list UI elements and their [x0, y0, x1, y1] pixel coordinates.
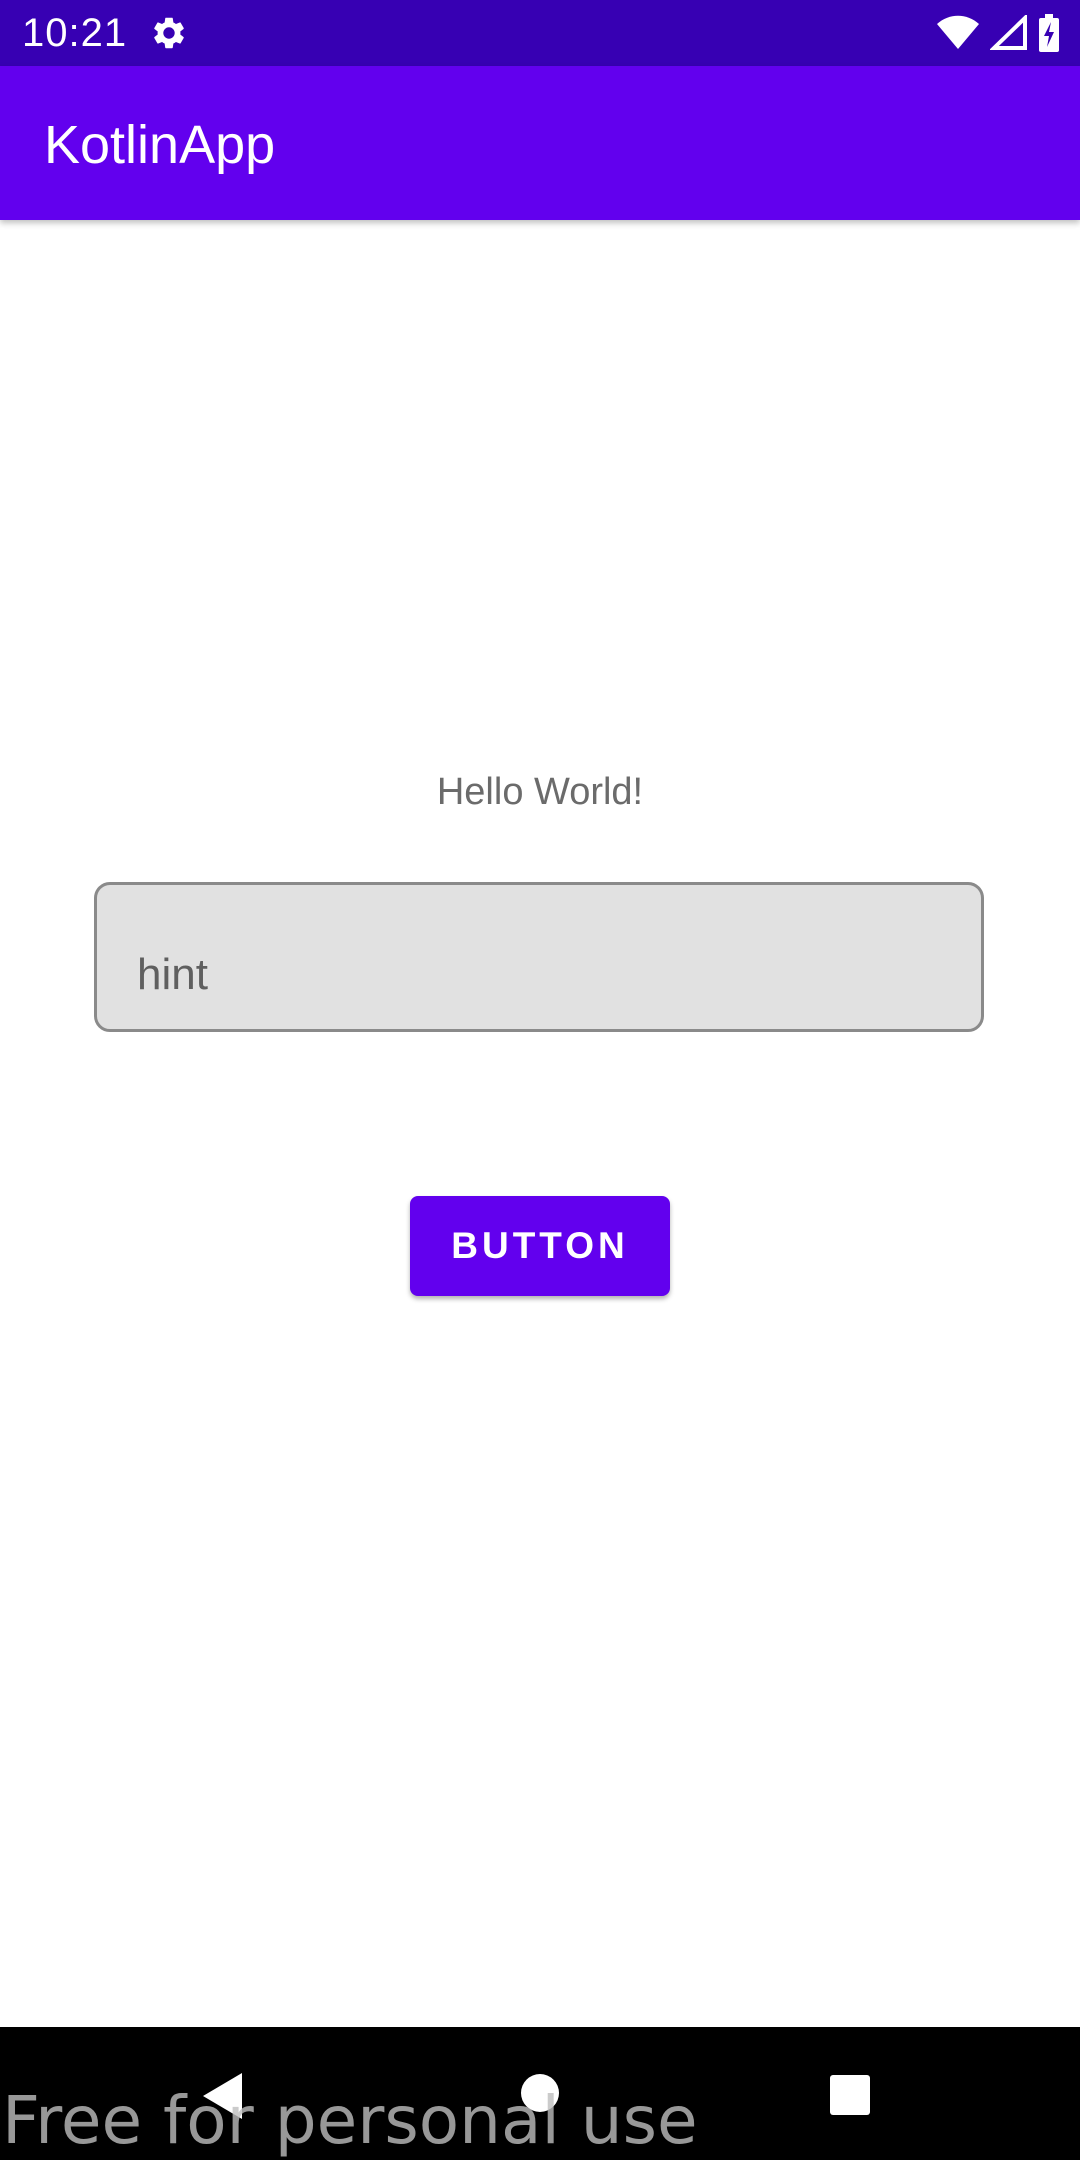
- app-screen: 10:21 KotlinApp Hello World! BUTTON: [0, 0, 1080, 2160]
- settings-icon: [150, 14, 188, 52]
- greeting-text: Hello World!: [436, 771, 644, 813]
- home-icon[interactable]: [520, 2073, 560, 2118]
- wifi-icon: [937, 15, 979, 49]
- navigation-bar: [0, 2027, 1080, 2160]
- text-input[interactable]: [137, 945, 937, 1005]
- main-button[interactable]: BUTTON: [410, 1196, 670, 1296]
- battery-charging-icon: [1039, 14, 1059, 52]
- cell-signal-icon: [990, 15, 1027, 50]
- status-time: 10:21: [22, 11, 128, 55]
- app-title: KotlinApp: [44, 115, 276, 175]
- app-bar: KotlinApp: [0, 66, 1080, 220]
- status-icons: [926, 13, 1060, 53]
- status-bar: 10:21: [0, 0, 1080, 66]
- text-field[interactable]: [94, 882, 984, 1032]
- back-icon[interactable]: [200, 2071, 246, 2126]
- recents-icon[interactable]: [829, 2074, 871, 2121]
